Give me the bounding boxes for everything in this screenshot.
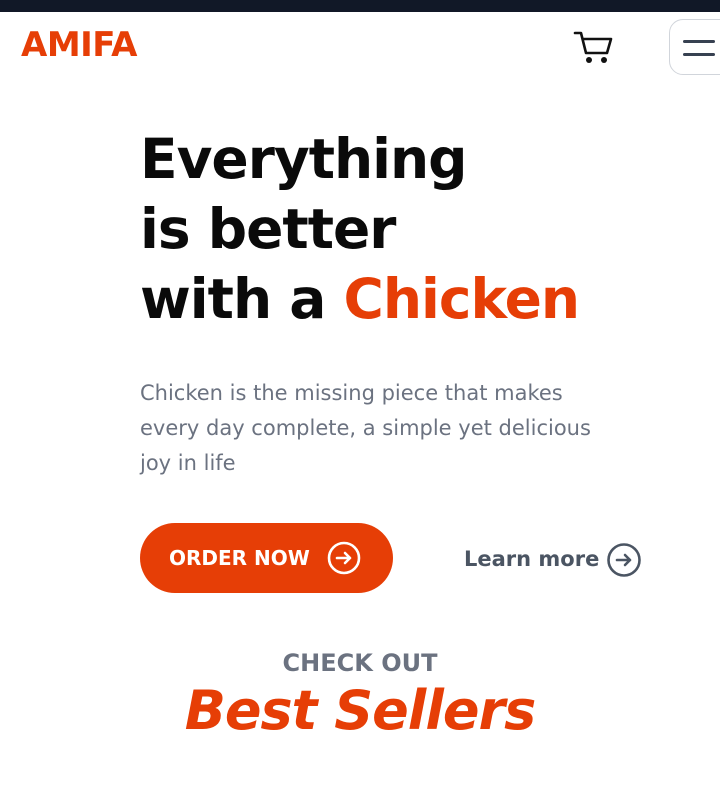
headline-line-2: is better bbox=[140, 197, 396, 261]
order-now-button[interactable]: ORDER NOW bbox=[140, 523, 393, 593]
site-logo[interactable]: AMIFA bbox=[21, 26, 137, 64]
menu-button[interactable] bbox=[669, 19, 720, 75]
cart-button[interactable] bbox=[571, 27, 615, 67]
hamburger-menu-icon-line bbox=[683, 53, 715, 56]
headline-line-1: Everything bbox=[140, 127, 468, 191]
arrow-right-circle-icon bbox=[327, 541, 361, 575]
hero-headline: Everything is better with a Chicken bbox=[140, 124, 581, 334]
hamburger-menu-icon bbox=[683, 40, 715, 43]
learn-more-label: Learn more bbox=[464, 547, 600, 571]
shopping-cart-icon bbox=[573, 31, 613, 63]
headline-line-3-prefix: with a bbox=[140, 267, 344, 331]
top-status-bar bbox=[0, 0, 720, 12]
arrow-right-circle-icon bbox=[607, 543, 641, 577]
learn-more-link[interactable]: Learn more bbox=[464, 540, 644, 578]
headline-line-3: with a Chicken bbox=[140, 264, 581, 334]
hero-description: Chicken is the missing piece that makes … bbox=[140, 381, 591, 475]
order-now-label: ORDER NOW bbox=[169, 546, 310, 570]
section-title: Best Sellers bbox=[184, 679, 536, 742]
section-eyebrow: CHECK OUT bbox=[282, 649, 438, 677]
headline-accent-word: Chicken bbox=[343, 267, 581, 331]
